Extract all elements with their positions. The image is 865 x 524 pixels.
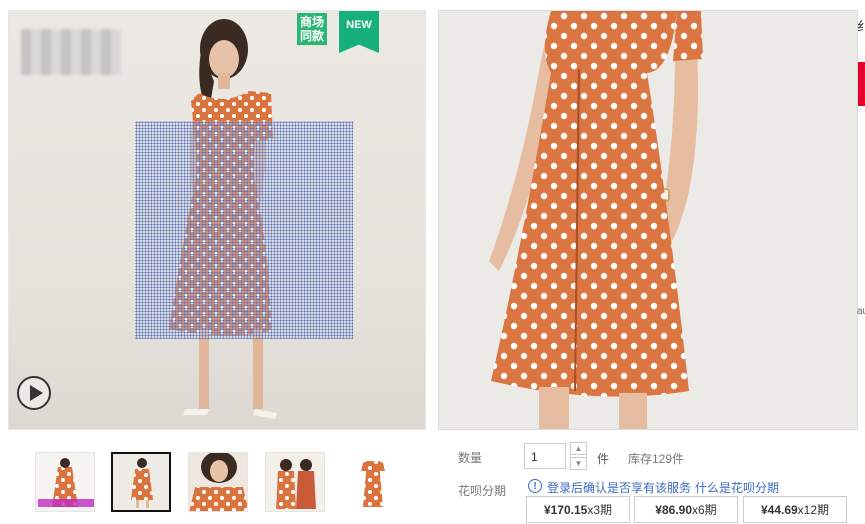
plan-term: x6期 bbox=[692, 503, 717, 517]
main-product-image[interactable]: 商场 同款 NEW bbox=[8, 10, 426, 430]
zoomed-dress-image bbox=[439, 11, 857, 429]
badge-line-1: 商场 bbox=[299, 15, 324, 29]
plan-price: ¥170.15 bbox=[543, 503, 588, 517]
thumbnail-3[interactable] bbox=[188, 452, 248, 512]
installment-label: 花呗分期 bbox=[458, 484, 507, 498]
installment-plan-3[interactable]: ¥170.15x3期 bbox=[526, 496, 630, 523]
side-banner bbox=[858, 62, 865, 106]
thumbnail-1[interactable] bbox=[35, 452, 95, 512]
thumbnail-5[interactable] bbox=[342, 452, 402, 512]
badge-line-2: 同款 bbox=[299, 29, 324, 43]
installment-help-link[interactable]: 什么是花呗分期 bbox=[695, 479, 779, 496]
mall-same-badge: 商场 同款 bbox=[297, 13, 327, 45]
plan-price: ¥44.69 bbox=[760, 503, 798, 517]
quantity-decrease-button[interactable]: ▼ bbox=[570, 457, 587, 470]
zoom-lens[interactable] bbox=[135, 121, 353, 339]
side-text-fragment: 纟 bbox=[857, 19, 865, 34]
plan-price: ¥86.90 bbox=[655, 503, 692, 517]
installment-notice[interactable]: 登录后确认是否享有该服务 bbox=[547, 479, 691, 496]
plan-term: x12期 bbox=[797, 503, 830, 517]
side-text-fragment-2: au bbox=[857, 306, 865, 317]
quantity-label: 数量 bbox=[458, 451, 483, 465]
installment-plan-12[interactable]: ¥44.69x12期 bbox=[743, 496, 847, 523]
installment-plan-6[interactable]: ¥86.90x6期 bbox=[634, 496, 738, 523]
info-icon: ! bbox=[528, 479, 542, 493]
unit-label: 件 bbox=[597, 452, 610, 466]
play-video-icon[interactable] bbox=[17, 376, 51, 410]
thumbnail-2[interactable] bbox=[111, 452, 171, 512]
zoom-preview-panel bbox=[438, 10, 858, 430]
quantity-increase-button[interactable]: ▲ bbox=[570, 442, 587, 455]
plan-term: x3期 bbox=[587, 503, 613, 517]
quantity-input[interactable]: 1 bbox=[524, 443, 566, 469]
thumbnail-4[interactable] bbox=[265, 452, 325, 512]
stock-count: 库存129件 bbox=[628, 452, 685, 466]
